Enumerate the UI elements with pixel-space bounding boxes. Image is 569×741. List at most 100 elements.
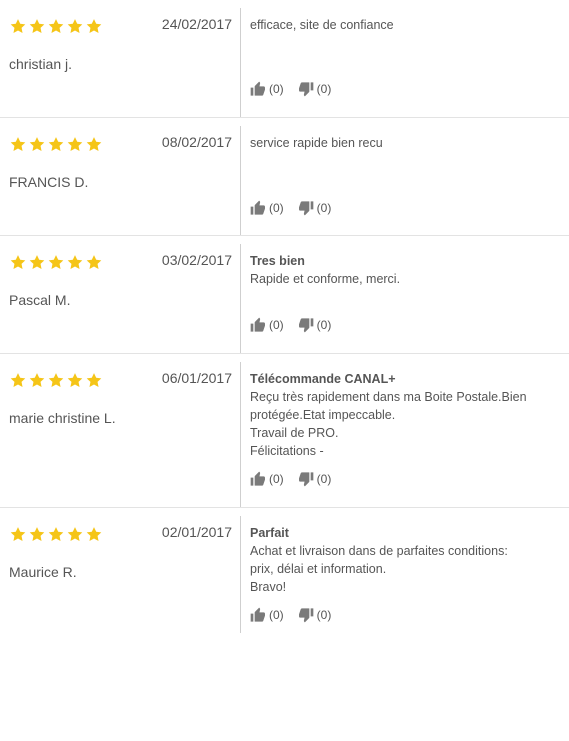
star-icon [10,373,26,387]
review-votes: (0) (0) [250,81,345,97]
star-icon [67,255,83,269]
divider [240,126,241,235]
like-count: (0) [269,318,284,332]
review-body: efficace, site de confiance [250,16,561,34]
review-title: Tres bien [250,254,305,268]
review-item: 02/01/2017 Maurice R. Parfait Achat et l… [0,508,569,633]
thumbs-down-icon [298,608,314,623]
review-title: Télécommande CANAL+ [250,372,396,386]
star-icon [86,255,102,269]
divider [240,8,241,117]
star-rating [9,254,103,271]
like-count: (0) [269,608,284,622]
star-rating [9,372,103,389]
star-icon [86,527,102,541]
review-meta: 03/02/2017 Pascal M. [0,236,240,353]
review-author: Maurice R. [9,564,77,580]
star-rating [9,136,103,153]
star-icon [67,137,83,151]
thumbs-down-icon [298,201,314,216]
review-date: 02/01/2017 [161,524,232,540]
review-body: Parfait Achat et livraison dans de parfa… [250,524,561,596]
review-text: service rapide bien recu [250,136,383,150]
like-count: (0) [269,201,284,215]
like-count: (0) [269,82,284,96]
review-body: Tres bien Rapide et conforme, merci. [250,252,561,288]
like-count: (0) [269,472,284,486]
thumbs-down-icon [298,82,314,97]
review-author: christian j. [9,56,73,72]
review-date: 06/01/2017 [161,370,232,386]
star-icon [67,527,83,541]
divider [240,362,241,507]
thumbs-up-icon [250,471,265,486]
star-icon [10,527,26,541]
star-icon [67,19,83,33]
star-icon [48,527,64,541]
star-rating [9,18,103,35]
review-author: Pascal M. [9,292,71,308]
star-rating [9,526,103,543]
dislike-count: (0) [316,82,332,96]
review-date: 03/02/2017 [161,252,232,268]
review-votes: (0) (0) [250,607,345,623]
review-item: 03/02/2017 Pascal M. Tres bien Rapide et… [0,236,569,354]
star-icon [86,137,102,151]
dislike-count: (0) [316,472,332,486]
dislike-count: (0) [316,201,332,215]
star-icon [48,373,64,387]
review-text: Rapide et conforme, merci. [250,272,401,286]
star-icon [29,19,45,33]
dislike-button[interactable]: (0) [298,607,332,623]
thumbs-up-icon [250,607,265,622]
like-button[interactable]: (0) [250,317,284,333]
dislike-button[interactable]: (0) [298,81,332,97]
dislike-count: (0) [316,608,332,622]
review-meta: 08/02/2017 FRANCIS D. [0,118,240,235]
review-item: 24/02/2017 christian j. efficace, site d… [0,0,569,118]
review-text: Achat et livraison dans de parfaites con… [250,544,508,594]
dislike-button[interactable]: (0) [298,471,332,487]
star-icon [48,255,64,269]
star-icon [48,19,64,33]
review-item: 06/01/2017 marie christine L. Télécomman… [0,354,569,508]
review-item: 08/02/2017 FRANCIS D. service rapide bie… [0,118,569,236]
star-icon [29,527,45,541]
review-votes: (0) (0) [250,471,345,487]
thumbs-down-icon [298,472,314,487]
star-icon [29,255,45,269]
review-author: marie christine L. [9,410,116,426]
divider [240,244,241,353]
thumbs-up-icon [250,200,265,215]
thumbs-down-icon [298,318,314,333]
review-votes: (0) (0) [250,200,345,216]
thumbs-up-icon [250,81,265,96]
dislike-button[interactable]: (0) [298,200,332,216]
star-icon [67,373,83,387]
dislike-count: (0) [316,318,332,332]
star-icon [86,19,102,33]
review-body: service rapide bien recu [250,134,561,152]
thumbs-up-icon [250,317,265,332]
review-text: Reçu très rapidement dans ma Boite Posta… [250,390,527,458]
star-icon [10,255,26,269]
like-button[interactable]: (0) [250,81,284,97]
star-icon [48,137,64,151]
review-body: Télécommande CANAL+ Reçu très rapidement… [250,370,561,460]
review-meta: 24/02/2017 christian j. [0,0,240,117]
review-meta: 02/01/2017 Maurice R. [0,508,240,633]
star-icon [10,19,26,33]
review-text: efficace, site de confiance [250,18,394,32]
review-date: 24/02/2017 [161,16,232,32]
review-date: 08/02/2017 [161,134,232,150]
star-icon [86,373,102,387]
review-votes: (0) (0) [250,317,345,333]
like-button[interactable]: (0) [250,471,284,487]
star-icon [29,373,45,387]
star-icon [29,137,45,151]
review-author: FRANCIS D. [9,174,89,190]
like-button[interactable]: (0) [250,200,284,216]
dislike-button[interactable]: (0) [298,317,332,333]
review-title: Parfait [250,526,289,540]
like-button[interactable]: (0) [250,607,284,623]
